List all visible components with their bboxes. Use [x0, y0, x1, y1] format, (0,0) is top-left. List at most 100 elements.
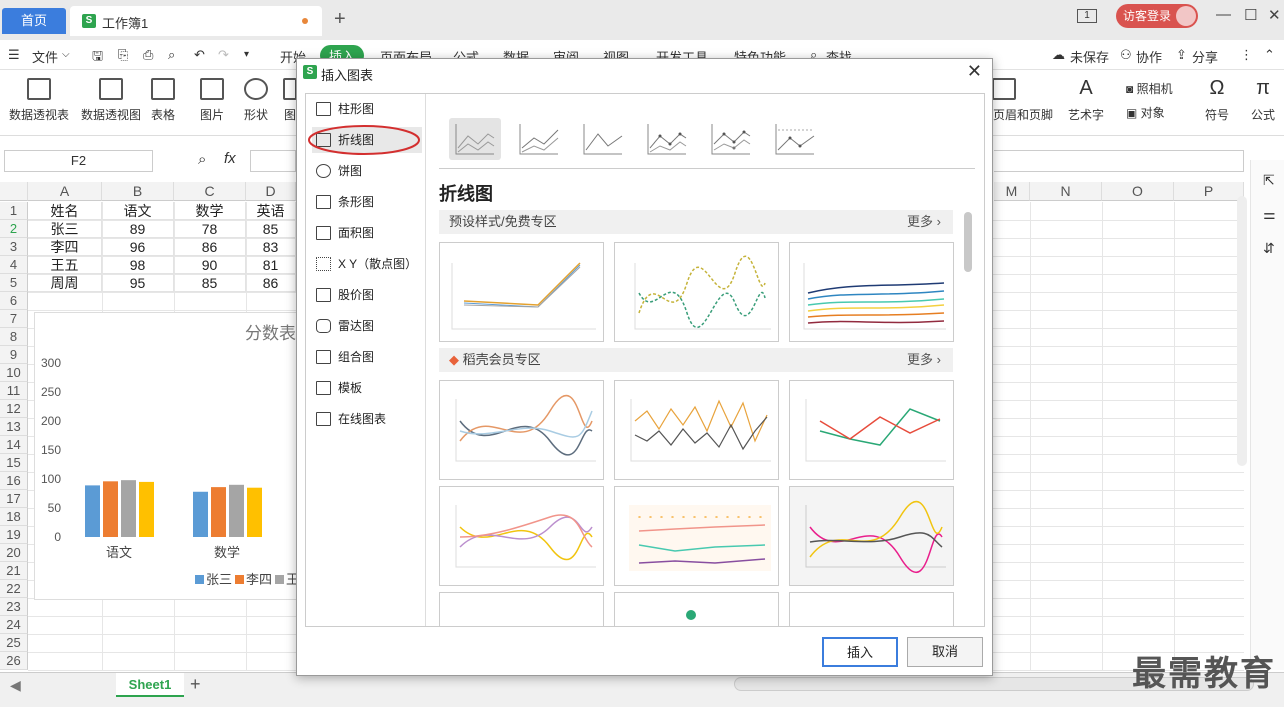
row-header[interactable]: 22 [0, 580, 28, 598]
row-header[interactable]: 4 [0, 256, 28, 274]
category-scatter[interactable]: X Y（散点图） [312, 251, 422, 277]
row-header[interactable]: 12 [0, 400, 28, 418]
camera-button[interactable]: ◙ 照相机 [1126, 80, 1186, 97]
col-header-n[interactable]: N [1030, 182, 1102, 201]
col-header-c[interactable]: C [174, 182, 246, 201]
category-template[interactable]: 模板 [312, 375, 422, 401]
col-header-p[interactable]: P [1174, 182, 1244, 201]
undo-icon[interactable]: ↶ [194, 47, 205, 63]
pivot-chart-button[interactable]: 数据透视图 [78, 78, 144, 123]
add-sheet-button[interactable]: + [190, 674, 201, 695]
row-header[interactable]: 3 [0, 238, 28, 256]
cell-d1[interactable]: 英语 [246, 202, 296, 220]
collaborate-button[interactable]: 协作 [1136, 47, 1162, 66]
cell-c1[interactable]: 数学 [174, 202, 246, 220]
row-header[interactable]: 5 [0, 274, 28, 292]
symbol-button[interactable]: Ω 符号 [1200, 78, 1234, 123]
fx-icon[interactable]: fx [224, 150, 236, 167]
template-thumb-8[interactable] [614, 486, 779, 586]
cell-b1[interactable]: 语文 [102, 202, 174, 220]
cell-b3[interactable]: 96 [102, 238, 174, 256]
row-header[interactable]: 10 [0, 364, 28, 382]
line-style-1[interactable] [449, 118, 501, 160]
category-area[interactable]: 面积图 [312, 220, 422, 246]
embedded-bar-chart[interactable]: 分数表 300 250 200 150 100 50 0 语文 数学 张三 李四王 [34, 312, 304, 600]
template-thumb-5[interactable] [614, 380, 779, 480]
home-tab[interactable]: 首页 [2, 8, 66, 34]
more-icon[interactable]: ⋮ [1240, 47, 1253, 63]
menu-file[interactable]: 文件 [32, 47, 58, 66]
template-thumb-10[interactable] [439, 592, 604, 626]
sheet-tab-sheet1[interactable]: Sheet1 [116, 673, 184, 697]
formula-input[interactable] [250, 150, 296, 172]
vertical-scrollbar[interactable] [1237, 196, 1247, 466]
name-box[interactable]: F2 [4, 150, 153, 172]
wordart-button[interactable]: A 艺术字 [1062, 78, 1110, 123]
template-thumb-3[interactable] [789, 242, 954, 342]
table-button[interactable]: 表格 [148, 78, 178, 123]
customize-icon[interactable]: ▾ [244, 49, 249, 60]
row-header[interactable]: 25 [0, 634, 28, 652]
line-style-3[interactable] [577, 118, 629, 160]
print-icon[interactable]: ⎙ [143, 47, 153, 63]
col-header-m[interactable]: M [994, 182, 1030, 201]
row-header[interactable]: 13 [0, 418, 28, 436]
pivot-table-button[interactable]: 数据透视表 [6, 78, 72, 123]
category-bar[interactable]: 条形图 [312, 189, 422, 215]
col-header-d[interactable]: D [246, 182, 296, 201]
dialog-close-icon[interactable]: ✕ [967, 61, 982, 82]
picture-button[interactable]: 图片 [194, 78, 230, 123]
cell-a1[interactable]: 姓名 [28, 202, 102, 220]
line-style-5[interactable] [705, 118, 757, 160]
row-header[interactable]: 16 [0, 472, 28, 490]
category-radar[interactable]: 雷达图 [312, 313, 422, 339]
row-header[interactable]: 24 [0, 616, 28, 634]
document-tab[interactable]: S 工作簿1 [70, 6, 322, 36]
cell-b5[interactable]: 95 [102, 274, 174, 292]
row-header[interactable]: 1 [0, 202, 28, 220]
cancel-button[interactable]: 取消 [907, 637, 983, 667]
cell-b2[interactable]: 89 [102, 220, 174, 238]
cell-d2[interactable]: 85 [246, 220, 296, 238]
section-member-more-link[interactable]: 更多 › [907, 348, 941, 372]
collapse-ribbon-icon[interactable]: ⌃ [1264, 47, 1275, 63]
template-thumb-7[interactable] [439, 486, 604, 586]
pointer-icon[interactable]: ⇱ [1263, 172, 1275, 189]
filter-icon[interactable]: ⚌ [1263, 206, 1276, 223]
row-header[interactable]: 17 [0, 490, 28, 508]
col-header-o[interactable]: O [1102, 182, 1174, 201]
export-icon[interactable]: ⎘ [118, 47, 128, 63]
row-header[interactable]: 23 [0, 598, 28, 616]
col-header-a[interactable]: A [28, 182, 102, 201]
new-tab-button[interactable]: + [334, 8, 346, 31]
row-header[interactable]: 8 [0, 328, 28, 346]
select-all-corner[interactable] [0, 182, 28, 201]
equation-button[interactable]: π 公式 [1246, 78, 1280, 123]
dialog-title-bar[interactable]: S 插入图表 ✕ [297, 59, 992, 85]
header-footer-button[interactable]: 页眉和页脚 [992, 78, 1054, 123]
template-thumb-11[interactable] [614, 592, 779, 626]
cell-a2[interactable]: 张三 [28, 220, 102, 238]
row-header[interactable]: 21 [0, 562, 28, 580]
row-header[interactable]: 6 [0, 292, 28, 310]
category-pie[interactable]: 饼图 [312, 158, 422, 184]
minimize-icon[interactable]: — [1216, 6, 1231, 23]
preview-icon[interactable]: ⌕ [168, 47, 175, 63]
row-header[interactable]: 19 [0, 526, 28, 544]
template-thumb-1[interactable] [439, 242, 604, 342]
row-header[interactable]: 14 [0, 436, 28, 454]
category-online[interactable]: 在线图表 [312, 406, 422, 432]
row-header[interactable]: 11 [0, 382, 28, 400]
line-style-4[interactable] [641, 118, 693, 160]
template-thumb-9[interactable] [789, 486, 954, 586]
cell-c4[interactable]: 90 [174, 256, 246, 274]
sheet-nav-icon[interactable]: ◀ [10, 677, 21, 694]
section-free-more-link[interactable]: 更多 › [907, 210, 941, 234]
maximize-icon[interactable]: ☐ [1244, 6, 1257, 24]
cell-c2[interactable]: 78 [174, 220, 246, 238]
cell-c3[interactable]: 86 [174, 238, 246, 256]
shape-button[interactable]: 形状 [238, 78, 274, 123]
arrange-icon[interactable]: ⇵ [1263, 240, 1275, 257]
category-stock[interactable]: 股价图 [312, 282, 422, 308]
template-thumb-2[interactable] [614, 242, 779, 342]
